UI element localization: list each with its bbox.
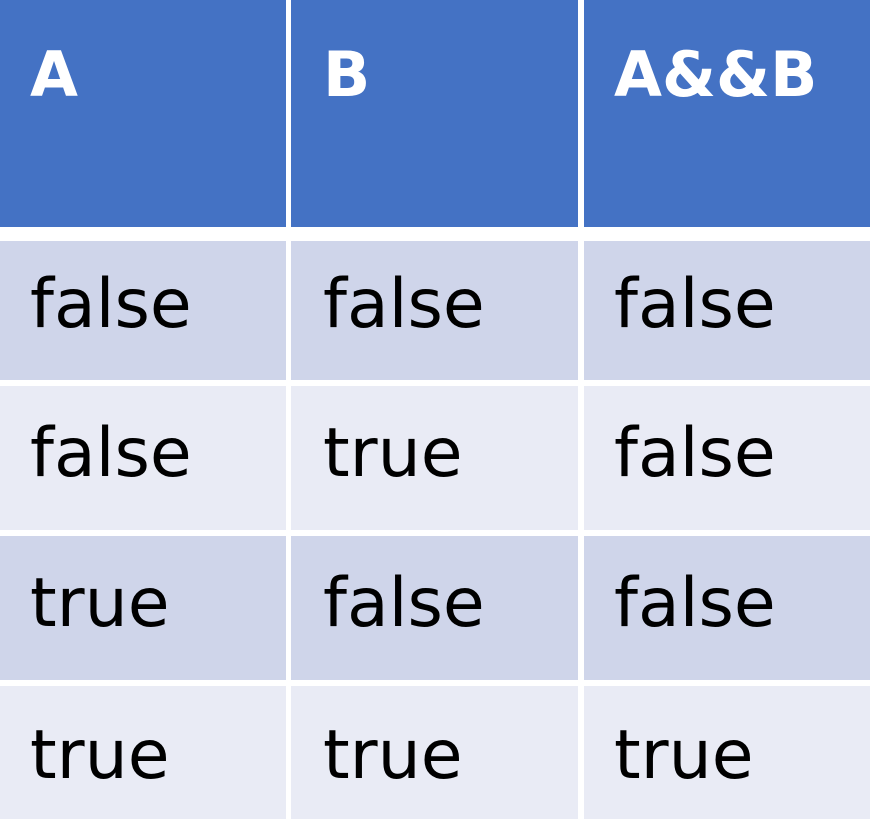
header-label: A&&B <box>614 38 818 111</box>
cell-value: true <box>30 716 170 795</box>
cell-value: true <box>614 716 754 795</box>
table-cell: true <box>291 686 578 819</box>
table-cell: false <box>584 241 870 380</box>
cell-value: false <box>323 564 485 643</box>
table-cell: false <box>584 386 870 530</box>
cell-value: false <box>30 265 192 344</box>
header-label: B <box>323 38 371 111</box>
table-cell: false <box>291 241 578 380</box>
cell-value: false <box>614 265 776 344</box>
cell-value: true <box>323 414 463 493</box>
table-cell: true <box>0 536 286 680</box>
cell-value: false <box>323 265 485 344</box>
table-cell: true <box>584 686 870 819</box>
table-cell: false <box>0 386 286 530</box>
cell-value: false <box>614 564 776 643</box>
header-cell-a: A <box>0 0 286 227</box>
truth-table: A B A&&B false false false false true fa… <box>0 0 870 826</box>
table-cell: false <box>0 241 286 380</box>
cell-value: true <box>30 564 170 643</box>
cell-value: false <box>30 414 192 493</box>
table-cell: false <box>291 536 578 680</box>
table-cell: true <box>0 686 286 819</box>
header-label: A <box>30 38 78 111</box>
header-cell-b: B <box>291 0 578 227</box>
table-cell: false <box>584 536 870 680</box>
cell-value: false <box>614 414 776 493</box>
table-cell: true <box>291 386 578 530</box>
header-cell-a-and-b: A&&B <box>584 0 870 227</box>
cell-value: true <box>323 716 463 795</box>
